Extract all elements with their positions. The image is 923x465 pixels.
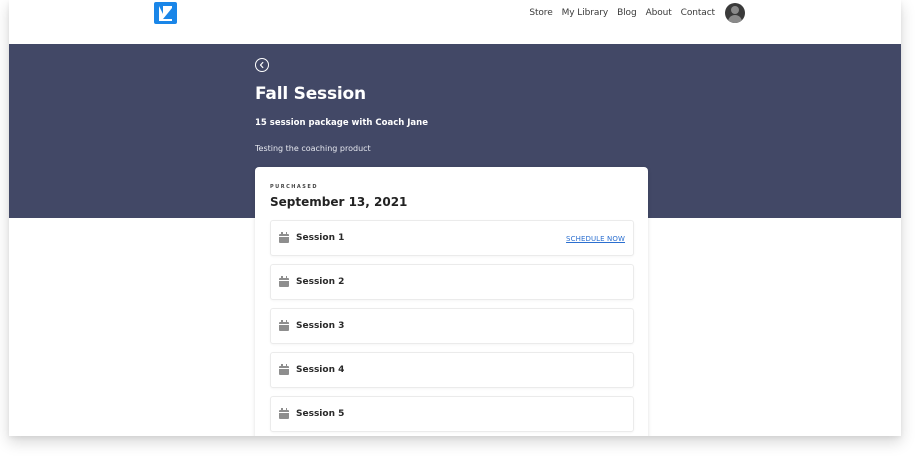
calendar-icon — [279, 408, 289, 419]
user-avatar-icon[interactable] — [725, 3, 745, 23]
session-row-4[interactable]: Session 4 — [270, 352, 634, 388]
nav-store[interactable]: Store — [529, 8, 552, 18]
purchased-label: PURCHASED — [270, 184, 318, 190]
kajabi-logo-icon[interactable] — [154, 2, 177, 24]
nav-about[interactable]: About — [646, 8, 672, 18]
session-row-5[interactable]: Session 5 — [270, 396, 634, 432]
nav-my-library[interactable]: My Library — [562, 8, 609, 18]
schedule-now-link[interactable]: SCHEDULE NOW — [566, 235, 625, 243]
nav-contact[interactable]: Contact — [681, 8, 715, 18]
avatar-head — [731, 6, 739, 14]
product-subtitle: 15 session package with Coach Jane — [255, 118, 428, 128]
purchased-date: September 13, 2021 — [270, 195, 408, 209]
session-row-3[interactable]: Session 3 — [270, 308, 634, 344]
session-label: Session 1 — [296, 233, 345, 243]
browser-viewport: Store My Library Blog About Contact Fall… — [9, 0, 901, 436]
calendar-icon — [279, 364, 289, 375]
calendar-icon — [279, 276, 289, 287]
calendar-icon — [279, 320, 289, 331]
session-label: Session 4 — [296, 365, 345, 375]
avatar-shoulders — [728, 15, 742, 23]
session-label: Session 3 — [296, 321, 345, 331]
nav-blog[interactable]: Blog — [617, 8, 637, 18]
sessions-card: PURCHASED September 13, 2021 Session 1 S… — [255, 167, 648, 436]
main-nav: Store My Library Blog About Contact — [529, 3, 745, 23]
session-label: Session 2 — [296, 277, 345, 287]
page-title: Fall Session — [255, 84, 366, 104]
session-label: Session 5 — [296, 409, 345, 419]
product-description: Testing the coaching product — [255, 144, 371, 153]
session-row-1[interactable]: Session 1 SCHEDULE NOW — [270, 220, 634, 256]
calendar-icon — [279, 232, 289, 243]
back-icon[interactable] — [255, 58, 269, 72]
session-row-2[interactable]: Session 2 — [270, 264, 634, 300]
site-header: Store My Library Blog About Contact — [9, 0, 901, 44]
